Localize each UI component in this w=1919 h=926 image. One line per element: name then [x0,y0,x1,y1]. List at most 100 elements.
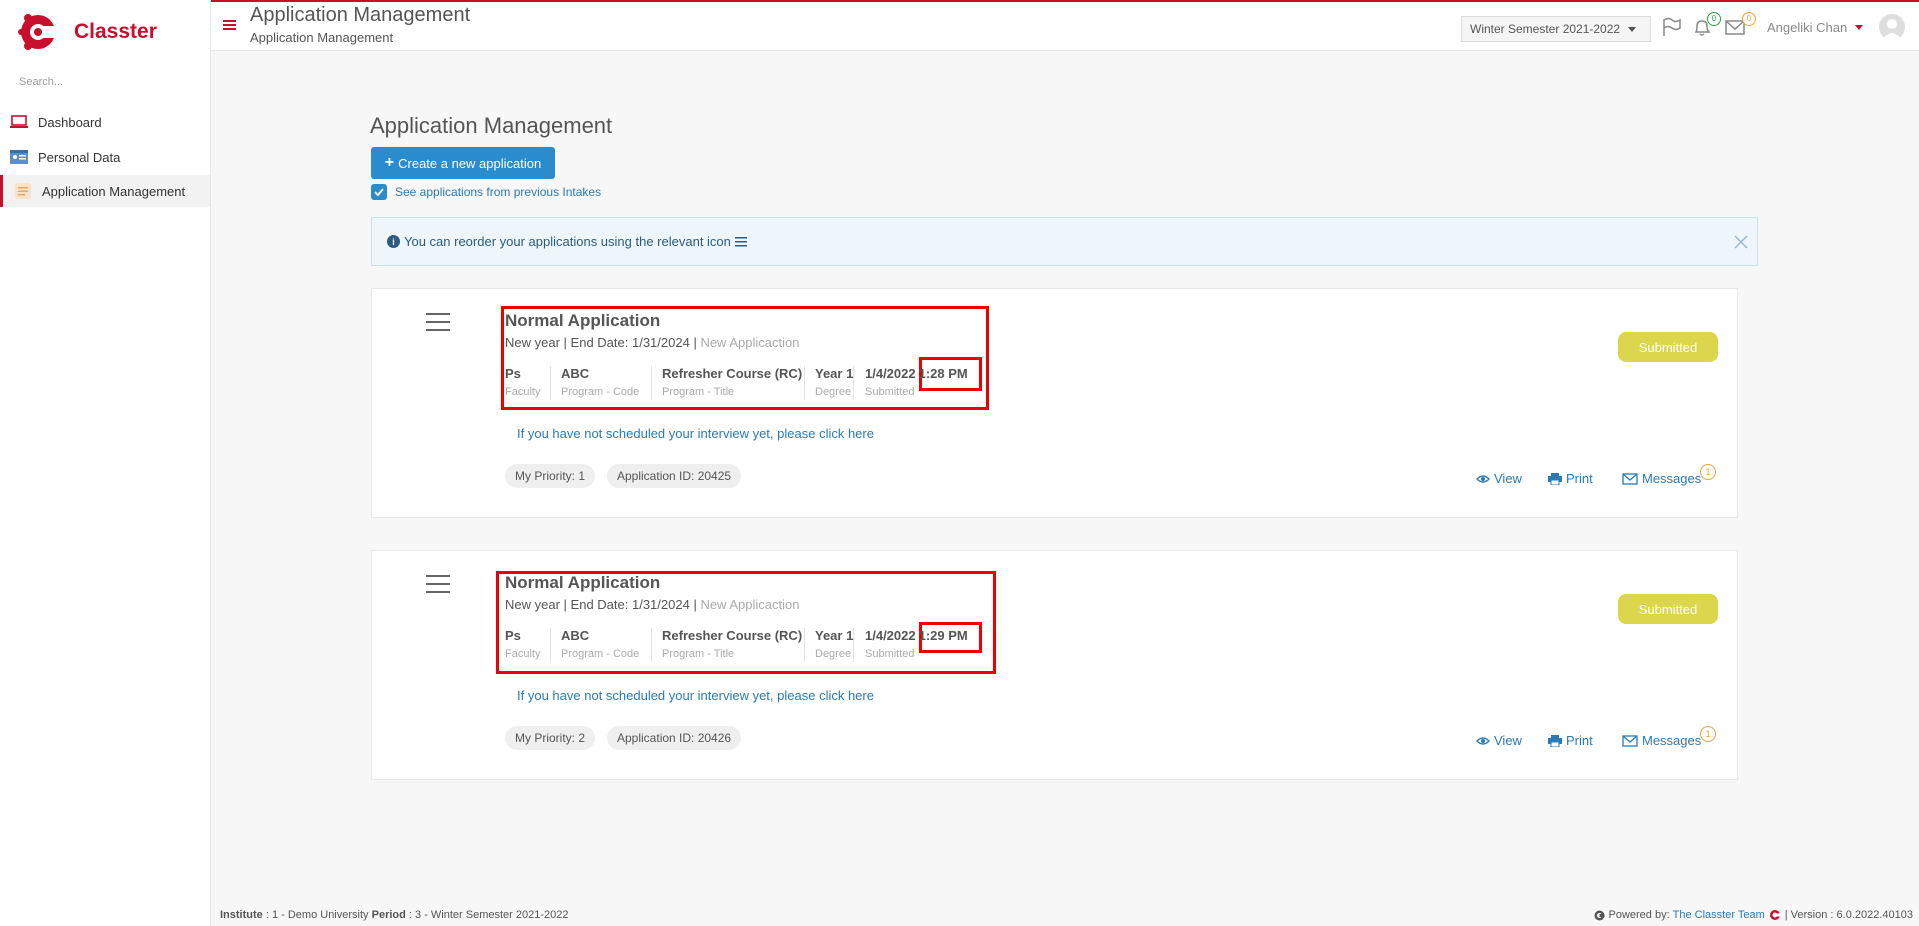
faculty-label: Faculty [505,648,541,660]
sidebar-item-personal-data[interactable]: Personal Data [0,141,210,173]
application-type: New Applicaction [700,597,800,612]
program-title-value: Refresher Course (RC) [662,628,803,643]
degree-field: Year 1 Degree [815,628,853,660]
program-code-value: ABC [561,628,590,643]
printer-icon [1548,472,1562,485]
faculty-label: Faculty [505,386,541,398]
messages-count-badge: 1 [1700,464,1716,480]
application-id-badge: Application ID: 20426 [607,726,742,750]
application-card: Normal Application New year | End Date: … [371,288,1738,518]
top-header: Application Management Application Manag… [211,2,1919,51]
submitted-time: 1:28 PM [918,366,968,381]
messages-count-badge: 1 [1700,726,1716,742]
info-alert-text: You can reorder your applications using … [404,234,731,249]
semester-selector-value: Winter Semester 2021-2022 [1470,22,1621,36]
messages-label: Messages [1642,733,1702,748]
application-end-date: End Date: 1/31/2024 [570,597,690,612]
application-card: Normal Application New year | End Date: … [371,550,1738,780]
divider [853,628,854,662]
page-title: Application Management [370,113,613,138]
create-application-button[interactable]: + Create a new application [371,147,555,179]
program-title-value: Refresher Course (RC) [662,366,803,381]
submitted-field: 1/4/2022 1:29 PM Submitted [865,628,968,660]
user-name: Angeliki Chan [1767,20,1848,35]
flag-icon[interactable] [1660,16,1682,38]
print-button[interactable]: Print [1548,471,1593,486]
check-icon [374,188,384,196]
checkbox[interactable] [371,184,387,200]
degree-label: Degree [815,648,852,660]
classter-team-link[interactable]: The Classter Team [1673,909,1765,921]
program-title-label: Program - Title [662,386,735,398]
version-text: | Version : 6.0.2022.40103 [1784,909,1913,921]
view-button[interactable]: View [1476,471,1522,486]
messages-button[interactable]: Messages [1622,733,1701,748]
institute-label: Institute [220,909,263,921]
envelope-icon [1622,734,1638,747]
view-button[interactable]: View [1476,733,1522,748]
status-badge: Submitted [1618,332,1718,362]
print-label: Print [1566,471,1593,486]
info-icon: i [387,235,400,248]
application-meta: New year | End Date: 1/31/2024 | New App… [505,597,800,612]
degree-value: Year 1 [815,366,854,381]
program-code-value: ABC [561,366,590,381]
divider [804,366,805,400]
institute-value: : 1 - Demo University [265,909,369,921]
plus-icon: + [384,154,395,171]
menu-toggle-icon[interactable] [223,20,236,32]
powered-by-label: Powered by: [1608,909,1670,921]
id-card-icon [8,148,30,166]
page-header-title: Application Management [250,4,471,26]
application-type: New Applicaction [700,335,800,350]
logo[interactable]: Classter [18,8,157,56]
program-code-label: Program - Code [561,648,640,660]
sidebar-search-input[interactable]: Search... [19,76,63,88]
drag-handle-icon[interactable] [426,313,450,337]
sidebar-item-label: Dashboard [38,114,102,130]
laptop-icon [8,113,30,131]
eye-icon [1476,474,1490,483]
degree-label: Degree [815,386,852,398]
semester-selector[interactable]: Winter Semester 2021-2022 [1461,16,1651,42]
divider [853,366,854,400]
close-icon[interactable] [1731,232,1751,252]
status-badge: Submitted [1618,594,1718,624]
envelope-icon [1622,472,1638,485]
faculty-field: Ps Faculty [505,628,540,660]
chevron-down-icon [1855,25,1864,30]
submitted-value: 1/4/2022 1:28 PM [865,366,968,381]
classter-small-logo-icon [1769,910,1781,920]
degree-value: Year 1 [815,628,854,643]
sidebar-item-application-management[interactable]: Application Management [0,175,210,207]
schedule-interview-link[interactable]: If you have not scheduled your interview… [517,426,874,441]
reorder-icon [734,236,747,246]
previous-intakes-toggle[interactable]: See applications from previous Intakes [371,184,601,200]
logo-text: Classter [74,20,157,43]
classter-logo-icon [18,14,56,50]
drag-handle-icon[interactable] [426,575,450,599]
application-year: New year [505,597,560,612]
divider [550,366,551,400]
schedule-interview-link[interactable]: If you have not scheduled your interview… [517,688,874,703]
messages-label: Messages [1642,471,1702,486]
submitted-value: 1/4/2022 1:29 PM [865,628,968,643]
create-application-label: Create a new application [398,155,542,171]
print-button[interactable]: Print [1548,733,1593,748]
priority-badge: My Priority: 1 [505,464,596,488]
user-menu[interactable]: Angeliki Chan [1767,20,1864,35]
document-icon [12,182,34,200]
avatar[interactable] [1879,14,1905,40]
sidebar-item-dashboard[interactable]: Dashboard [0,106,210,138]
sidebar-item-label: Application Management [42,183,186,199]
print-label: Print [1566,733,1593,748]
submitted-date: 1/4/2022 [865,628,916,643]
submitted-time: 1:29 PM [918,628,968,643]
application-title: Normal Application [505,573,661,592]
divider [804,628,805,662]
messages-button[interactable]: Messages [1622,471,1701,486]
footer-institute-info: Institute : 1 - Demo University Period :… [220,909,568,921]
breadcrumb: Application Management [250,30,394,45]
submitted-field: 1/4/2022 1:28 PM Submitted [865,366,968,398]
period-value: : 3 - Winter Semester 2021-2022 [408,909,569,921]
